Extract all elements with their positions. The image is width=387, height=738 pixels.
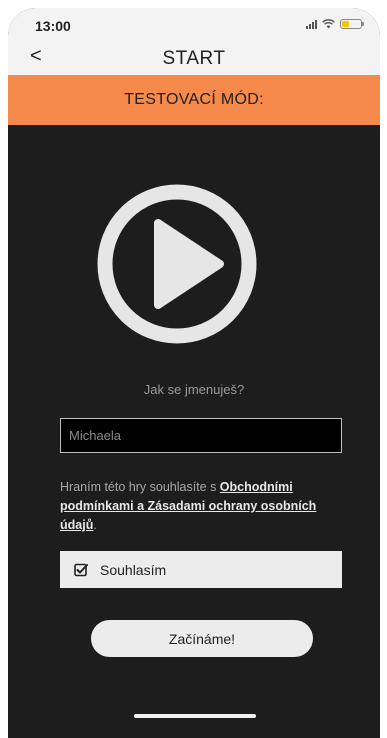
start-button[interactable]: Začínáme!	[91, 620, 313, 657]
banner-text: TESTOVACÍ MÓD:	[124, 91, 264, 108]
checkbox-checked-icon	[74, 563, 88, 577]
page-title: START	[162, 48, 226, 69]
name-input[interactable]	[60, 418, 342, 453]
top-bar: 13:00 < START	[8, 8, 380, 75]
status-time: 13:00	[35, 18, 71, 34]
signal-icon	[306, 19, 317, 29]
play-icon[interactable]	[96, 183, 258, 345]
status-icons	[306, 19, 364, 29]
wifi-icon	[322, 19, 335, 29]
agree-checkbox[interactable]: Souhlasím	[60, 551, 342, 588]
consent-text: Hraním této hry souhlasíte s Obchodními …	[60, 478, 345, 535]
agree-label: Souhlasím	[100, 561, 167, 578]
home-indicator[interactable]	[134, 714, 256, 718]
consent-prefix: Hraním této hry souhlasíte s	[60, 480, 220, 494]
battery-icon	[340, 19, 364, 29]
test-mode-banner: TESTOVACÍ MÓD:	[8, 75, 380, 125]
consent-suffix: .	[93, 518, 97, 532]
name-question: Jak se jmenuješ?	[143, 382, 245, 397]
app-screen: 13:00 < START TESTOVACÍ MÓD: Jak se jmen…	[8, 8, 380, 738]
